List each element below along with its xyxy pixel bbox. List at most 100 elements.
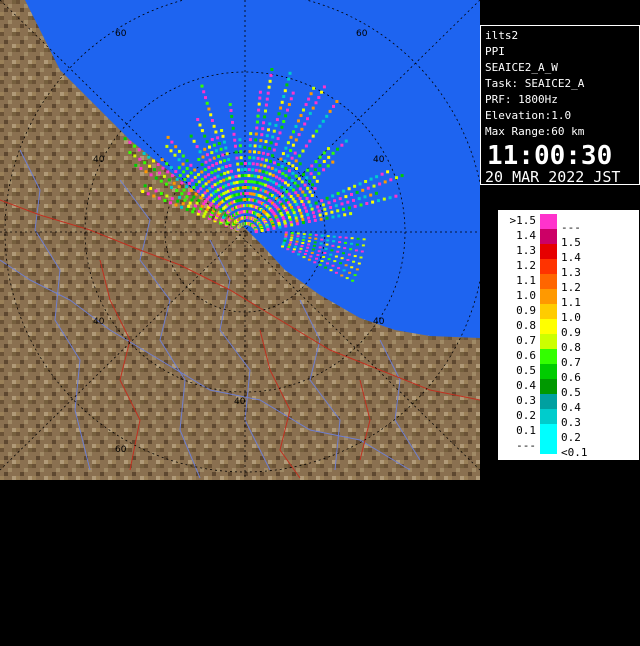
echo-cell [220,129,224,132]
echo-cell [262,151,265,155]
echo-cell [325,216,329,220]
echo-cell [310,207,314,211]
echo-cell [254,230,258,234]
echo-cell [325,243,329,246]
echo-cell [294,159,298,163]
echo-cell [141,190,145,193]
legend-left-label: >1.5 [509,214,537,227]
echo-cell [336,147,339,151]
echo-cell [290,206,293,209]
echo-cell [188,201,192,205]
echo-cell [212,143,216,147]
echo-cell [152,194,156,198]
legend-swatch [540,364,557,379]
echo-cell [176,199,180,203]
echo-cell [210,119,214,122]
legend-right-label: 1.4 [561,251,581,264]
echo-cell [265,134,269,138]
echo-cell [290,232,294,234]
echo-cell [152,159,155,163]
echo-cell [208,187,212,191]
echo-cell [233,138,237,142]
echo-cell [212,156,216,160]
echo-cell [308,139,312,143]
echo-cell [194,204,197,208]
echo-cell [308,190,312,194]
echo-cell [258,145,262,148]
echo-cell [192,195,196,199]
echo-cell [274,168,278,172]
echo-cell [236,162,240,166]
echo-cell [210,178,214,182]
echo-cell [200,170,204,174]
echo-cell [308,111,312,115]
echo-cell [327,147,330,151]
echo-cell [266,227,270,231]
echo-cell [217,167,221,171]
echo-cell [170,185,173,189]
echo-cell [336,209,340,213]
echo-cell [166,170,170,174]
echo-cell [263,164,267,168]
echo-cell [355,190,359,194]
echo-cell [290,223,294,227]
echo-cell [266,152,270,156]
echo-cell [203,175,207,179]
echo-cell [185,208,189,211]
echo-cell [286,108,289,112]
echo-cell [138,157,142,161]
echo-cell [133,154,137,158]
echo-cell [331,264,335,267]
range-label: 40 [93,317,105,327]
echo-cell [296,235,300,238]
echo-cell [326,239,330,242]
echo-cell [149,173,153,177]
echo-cell [279,157,283,161]
echo-cell [183,178,187,181]
echo-cell [329,206,333,209]
echo-cell [271,135,275,139]
echo-cell [336,250,340,253]
echo-cell [355,243,359,246]
echo-cell [263,115,267,119]
legend-swatch [540,304,557,319]
echo-cell [327,258,331,261]
echo-cell [295,167,298,170]
echo-cell [258,181,262,185]
echo-cell [338,197,342,201]
echo-cell [285,83,289,87]
echo-cell [165,162,169,166]
echo-cell [293,200,297,204]
echo-cell [209,113,213,117]
echo-cell [330,249,334,252]
echo-cell [207,107,211,111]
echo-cell [284,167,288,170]
echo-cell [358,182,362,186]
legend-right-label: 0.5 [561,386,581,399]
echo-cell [261,182,265,186]
echo-cell [225,177,229,181]
echo-cell [192,139,196,143]
echo-cell [302,233,306,236]
legend-swatch [540,244,557,259]
echo-cell [306,186,310,190]
echo-cell [297,177,301,181]
echo-cell [342,252,345,255]
echo-cell [317,250,321,253]
echo-cell [294,124,298,128]
echo-cell [244,168,248,171]
echo-cell [305,209,308,213]
echo-cell [186,174,190,178]
echo-cell [240,162,244,166]
echo-cell [189,188,193,192]
echo-cell [302,173,305,176]
echo-cell [281,152,285,156]
echo-cell [183,198,187,202]
echo-cell [312,175,316,179]
echo-cell [247,180,251,183]
echo-cell [253,174,257,178]
echo-cell [224,184,228,188]
echo-cell [284,235,288,238]
echo-cell [349,248,353,251]
legend-right-label: 0.4 [561,401,581,414]
